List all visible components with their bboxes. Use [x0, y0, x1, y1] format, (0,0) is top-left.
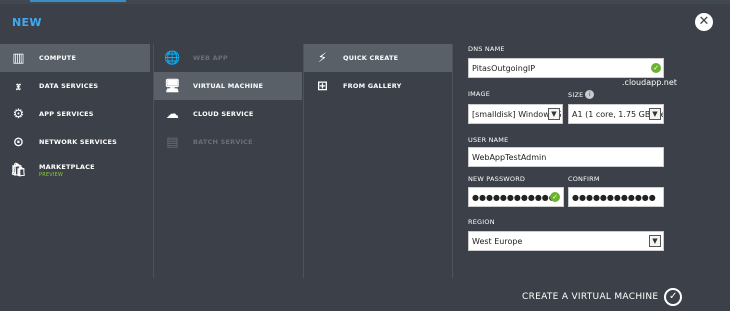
confirm-label: CONFIRM — [568, 175, 600, 183]
info-icon[interactable]: i — [585, 90, 595, 99]
marketplace-icon: 🛍 — [10, 162, 27, 178]
monitor-icon: 🖥 — [164, 78, 181, 94]
user-name-value: WebAppTestAdmin — [472, 153, 547, 162]
network-services-icon: ⊙ — [12, 134, 25, 150]
compute-item-batch-service: ▤ BATCH SERVICE — [154, 128, 302, 156]
size-select[interactable]: A1 (1 core, 1.75 GB me ▼ — [568, 104, 664, 124]
globe-icon: 🌐 — [164, 50, 181, 66]
vm-option-from-gallery[interactable]: ⊞ FROM GALLERY — [304, 72, 452, 100]
dialog-title: NEW — [12, 16, 42, 29]
user-name-input[interactable]: WebAppTestAdmin — [468, 147, 664, 167]
data-services-icon: 𝔵 — [15, 78, 22, 94]
image-select[interactable]: [smalldisk] Windows S ▼ — [468, 104, 563, 124]
valid-check-icon: ✓ — [651, 63, 661, 73]
top-accent-bar — [30, 0, 126, 2]
chevron-down-icon: ▼ — [649, 235, 661, 247]
region-label: REGION — [468, 218, 495, 226]
top-strip — [0, 0, 730, 4]
dns-suffix: .cloudapp.net — [622, 78, 677, 87]
vm-option-quick-create[interactable]: ⚡ QUICK CREATE — [304, 44, 452, 72]
compute-item-label: CLOUD SERVICE — [193, 110, 254, 118]
app-services-icon: ⚙ — [12, 106, 25, 122]
valid-check-icon: ✓ — [550, 192, 560, 202]
region-value: West Europe — [472, 237, 523, 246]
password-value: ●●●●●●●●●●●● — [472, 193, 556, 202]
confirm-password-input[interactable]: ●●●●●●●●●●●● — [568, 187, 664, 207]
lightning-icon: ⚡ — [317, 50, 328, 66]
create-vm-button[interactable]: CREATE A VIRTUAL MACHINE ✓ — [522, 288, 683, 306]
compute-item-cloud-service[interactable]: ☁ CLOUD SERVICE — [154, 100, 302, 128]
chevron-down-icon: ▼ — [548, 108, 560, 120]
category-label: COMPUTE — [39, 54, 77, 62]
size-label: SIZE i — [568, 90, 595, 99]
category-label: MARKETPLACE — [39, 162, 95, 171]
gallery-icon: ⊞ — [316, 78, 329, 94]
user-label: USER NAME — [468, 136, 509, 144]
category-marketplace[interactable]: 🛍 MARKETPLACE PREVIEW — [0, 156, 150, 184]
create-vm-label: CREATE A VIRTUAL MACHINE — [522, 292, 659, 302]
vm-option-list: ⚡ QUICK CREATE ⊞ FROM GALLERY — [303, 44, 453, 278]
close-icon[interactable]: ✕ — [695, 13, 713, 31]
preview-badge: PREVIEW — [39, 171, 64, 178]
region-select[interactable]: West Europe ▼ — [468, 231, 664, 251]
dns-label: DNS NAME — [468, 45, 505, 53]
size-label-text: SIZE — [568, 91, 584, 99]
category-network-services[interactable]: ⊙ NETWORK SERVICES — [0, 128, 150, 156]
category-compute[interactable]: ▥ COMPUTE — [0, 44, 150, 72]
category-data-services[interactable]: 𝔵 DATA SERVICES — [0, 72, 150, 100]
compute-list: 🌐 WEB APP 🖥 VIRTUAL MACHINE ☁ CLOUD SERV… — [153, 44, 302, 278]
compute-item-label: BATCH SERVICE — [193, 137, 253, 146]
dns-name-input[interactable]: PitasOutgoingIP — [468, 58, 664, 78]
compute-item-virtual-machine[interactable]: 🖥 VIRTUAL MACHINE — [154, 72, 302, 100]
category-app-services[interactable]: ⚙ APP SERVICES — [0, 100, 150, 128]
category-list: ▥ COMPUTE 𝔵 DATA SERVICES ⚙ APP SERVICES… — [0, 44, 150, 278]
confirm-password-value: ●●●●●●●●●●●● — [572, 193, 656, 202]
password-label: NEW PASSWORD — [468, 175, 526, 183]
chevron-down-icon: ▼ — [649, 108, 661, 120]
vm-option-label: FROM GALLERY — [343, 82, 402, 90]
compute-icon: ▥ — [12, 50, 25, 66]
cloud-icon: ☁ — [165, 106, 180, 122]
compute-item-label: WEB APP — [193, 53, 228, 62]
category-label: APP SERVICES — [39, 110, 94, 118]
vm-option-label: QUICK CREATE — [343, 54, 399, 62]
image-label: IMAGE — [468, 90, 491, 98]
batch-icon: ▤ — [166, 134, 179, 150]
dns-name-value: PitasOutgoingIP — [472, 64, 536, 73]
category-label: NETWORK SERVICES — [39, 138, 117, 146]
compute-item-web-app: 🌐 WEB APP — [154, 44, 302, 72]
compute-item-label: VIRTUAL MACHINE — [193, 82, 264, 90]
checkmark-icon: ✓ — [664, 288, 683, 306]
category-label: DATA SERVICES — [39, 82, 99, 90]
